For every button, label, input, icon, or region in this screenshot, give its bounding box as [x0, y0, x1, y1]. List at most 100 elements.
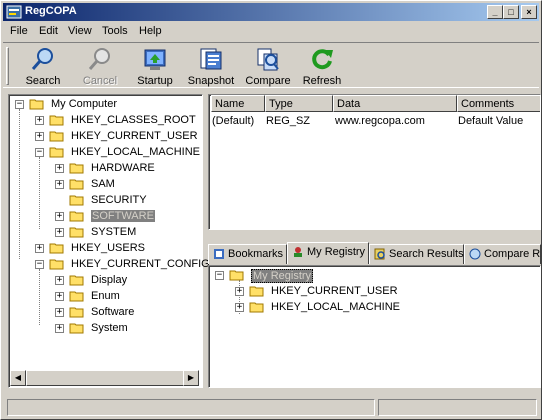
startup-button[interactable]: Startup [135, 46, 175, 88]
expand-icon[interactable]: + [55, 292, 64, 301]
tree-node-label: HKEY_CLASSES_ROOT [71, 114, 196, 126]
minimize-button[interactable]: _ [487, 5, 503, 19]
status-bar [3, 397, 539, 417]
startup-icon [144, 49, 166, 70]
folder-icon [69, 291, 84, 302]
expand-icon[interactable]: + [35, 132, 44, 141]
status-pane-main [7, 399, 375, 416]
tree-node-label: HKEY_USERS [71, 242, 145, 254]
menu-bar: File Edit View Tools Help [3, 22, 539, 41]
expand-icon[interactable]: + [35, 116, 44, 125]
menu-edit[interactable]: Edit [39, 25, 58, 37]
collapse-icon[interactable]: − [35, 260, 44, 269]
scroll-left-icon[interactable]: ◀ [10, 370, 26, 386]
folder-icon [249, 302, 264, 313]
folder-icon [49, 115, 64, 126]
tree-node-label: Display [91, 274, 128, 286]
column-header-data[interactable]: Data [333, 95, 457, 112]
tree-node-label-selected: My Registry [251, 269, 314, 283]
main-window: RegCOPA _ □ × File Edit View Tools Help … [0, 0, 542, 420]
refresh-button[interactable]: Refresh [301, 46, 343, 88]
cancel-search-icon [88, 48, 110, 70]
snapshot-label: Snapshot [187, 75, 235, 87]
search-button[interactable]: Search [21, 46, 65, 88]
column-header-comments[interactable]: Comments [457, 95, 540, 112]
folder-icon [69, 307, 84, 318]
tab-my-registry[interactable]: My Registry [287, 242, 369, 264]
status-pane-secondary [378, 399, 537, 416]
expand-icon[interactable]: + [55, 228, 64, 237]
tab-compare-results[interactable]: Compare R [464, 244, 541, 264]
folder-icon [69, 275, 84, 286]
tree-node-label: SECURITY [91, 194, 147, 206]
values-list-panel[interactable]: Name Type Data Comments (Default) REG_SZ… [208, 94, 541, 230]
folder-icon [69, 227, 84, 238]
expand-icon[interactable]: + [235, 303, 244, 312]
expand-icon[interactable]: + [55, 308, 64, 317]
close-button[interactable]: × [521, 5, 537, 19]
tab-search-results[interactable]: Search Results [369, 244, 464, 264]
tree-node-label: SAM [91, 178, 115, 190]
expand-icon[interactable]: + [55, 212, 64, 221]
cell-data: www.regcopa.com [335, 115, 425, 127]
expand-icon[interactable]: + [235, 287, 244, 296]
folder-open-icon [229, 270, 244, 281]
my-registry-panel[interactable]: − My Registry + HKEY_CURRENT_USER + HKEY… [208, 265, 541, 388]
menu-tools[interactable]: Tools [102, 25, 128, 37]
expand-icon[interactable]: + [55, 164, 64, 173]
compare-results-icon [469, 248, 481, 260]
toolbar-grip[interactable] [6, 47, 9, 85]
title-bar[interactable]: RegCOPA _ □ × [3, 3, 539, 21]
registry-tree-panel[interactable]: − My Computer + HKEY_CLASSES_ROOT + HKEY… [8, 94, 210, 388]
folder-icon [69, 195, 84, 206]
expand-icon[interactable]: + [55, 276, 64, 285]
compare-button[interactable]: Compare [245, 46, 291, 88]
tree-connector [39, 269, 40, 325]
tree-node-label: HKEY_CURRENT_USER [271, 285, 398, 297]
tab-label: Search Results [389, 248, 464, 260]
refresh-label: Refresh [302, 75, 342, 87]
scrollbar-thumb[interactable] [26, 370, 184, 386]
tree-node-label: Enum [91, 290, 120, 302]
collapse-icon[interactable]: − [215, 271, 224, 280]
tab-bookmarks[interactable]: Bookmarks [208, 244, 287, 264]
snapshot-button[interactable]: Snapshot [187, 46, 235, 88]
bookmarks-icon [214, 249, 224, 259]
scroll-right-icon[interactable]: ▶ [183, 370, 199, 386]
collapse-icon[interactable]: − [15, 100, 24, 109]
regcopa-app-icon [6, 5, 22, 19]
search-label: Search [25, 75, 61, 87]
column-header-name[interactable]: Name [211, 95, 265, 112]
tree-connector [19, 109, 20, 259]
folder-icon [49, 131, 64, 142]
menu-file[interactable]: File [10, 25, 28, 37]
expand-icon[interactable]: + [55, 324, 64, 333]
snapshot-icon [200, 48, 222, 70]
tree-node-label: Software [91, 306, 135, 318]
folder-icon [69, 163, 84, 174]
tab-label: Compare R [484, 248, 541, 260]
cell-name: (Default) [212, 115, 255, 127]
startup-label: Startup [137, 75, 173, 87]
compare-icon [257, 48, 279, 71]
folder-icon [69, 211, 84, 222]
menu-help[interactable]: Help [139, 25, 162, 37]
collapse-icon[interactable]: − [35, 148, 44, 157]
tree-horizontal-scrollbar[interactable]: ◀ ▶ [10, 370, 199, 386]
folder-open-icon [49, 259, 64, 270]
expand-icon[interactable]: + [35, 244, 44, 253]
expand-icon[interactable]: + [55, 180, 64, 189]
menu-view[interactable]: View [68, 25, 92, 37]
tree-node-label: SYSTEM [91, 226, 137, 238]
maximize-button[interactable]: □ [503, 5, 519, 19]
search-results-icon [374, 248, 385, 260]
column-header-type[interactable]: Type [265, 95, 333, 112]
tab-label: Bookmarks [228, 248, 284, 260]
folder-icon [49, 243, 64, 254]
folder-open-icon [49, 147, 64, 158]
window-title: RegCOPA [25, 5, 77, 17]
tree-node-label-selected: SOFTWARE [91, 210, 155, 222]
tab-label: My Registry [307, 246, 366, 258]
cancel-button[interactable]: Cancel [79, 46, 121, 88]
cancel-label: Cancel [82, 75, 118, 87]
